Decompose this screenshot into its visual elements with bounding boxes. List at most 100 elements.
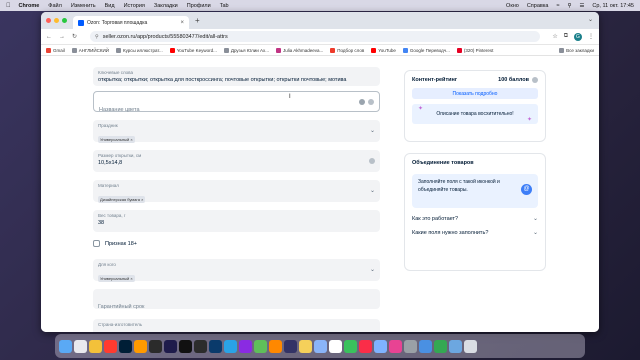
material-select[interactable]: Материал Дизайнерская бумага × ⌄ (93, 180, 380, 203)
ozon-favicon-icon (78, 19, 84, 26)
country-label: Страна-изготовитель (98, 322, 143, 327)
dock-app-pink-icon[interactable] (389, 339, 402, 353)
apple-icon[interactable]:  (6, 3, 11, 9)
keywords-field[interactable]: Ключевые слова открытка; открытки; откры… (93, 67, 380, 86)
bookmark-item[interactable]: YouTube (371, 47, 396, 53)
dock-facetime-icon[interactable] (344, 339, 357, 353)
dock-maps-icon[interactable] (254, 339, 267, 353)
dock-davinci-icon[interactable] (194, 339, 207, 353)
bookmark-item[interactable]: Подбор слов (330, 47, 364, 53)
dock-settings-icon[interactable] (404, 339, 417, 353)
adult-checkbox[interactable] (93, 240, 100, 247)
all-bookmarks-button[interactable]: Все закладки (559, 47, 594, 53)
dock-capcut-icon[interactable] (179, 339, 192, 353)
menu-window[interactable]: Окно (506, 3, 519, 9)
dock-illustrator-icon[interactable] (134, 339, 147, 353)
wifi-icon[interactable]: ≈ (556, 3, 559, 9)
postcard-size-field[interactable]: Размер открытки, см 10,5х14,8 (93, 150, 380, 172)
warranty-input[interactable]: Гарантийный срок (93, 289, 380, 310)
dock-app-blue-icon[interactable] (419, 339, 432, 353)
occasion-select[interactable]: Праздник Универсальный × ⌄ (93, 120, 380, 143)
country-select[interactable]: Страна-изготовитель (93, 319, 380, 332)
show-details-button[interactable]: Показать подробно (412, 88, 538, 99)
clock[interactable]: Ср, 11 окт. 17:45 (592, 3, 634, 9)
bookmark-item[interactable]: YouTube Keyword... (169, 47, 217, 53)
dock-calendar-icon[interactable] (329, 339, 342, 353)
dock-chrome-icon[interactable] (89, 339, 102, 353)
tab-ozon[interactable]: Ozon: Торговая площадка × (73, 16, 189, 29)
info-icon[interactable] (359, 98, 365, 105)
menu-tab[interactable]: Tab (220, 3, 229, 9)
back-arrow-icon[interactable]: ← (46, 34, 52, 40)
chevron-down-icon[interactable]: ⌄ (370, 266, 375, 273)
dock-notes-icon[interactable] (299, 339, 312, 353)
menu-bookmarks[interactable]: Закладки (154, 3, 178, 9)
dock-lightroom-icon[interactable] (209, 339, 222, 353)
bookmark-item[interactable]: Курсы иллюстрат... (115, 47, 163, 53)
reload-icon[interactable]: ↻ (72, 33, 77, 40)
menu-app-name[interactable]: Chrome (19, 3, 40, 9)
chevron-down-icon[interactable]: ⌄ (370, 127, 375, 134)
menu-profiles[interactable]: Профили (187, 3, 211, 9)
faq-which-fields[interactable]: Какие поля нужно заполнить? ⌄ (412, 229, 538, 237)
color-name-input[interactable]: Название цвета I (93, 91, 380, 113)
bookmark-item[interactable]: АНГЛИЙСКИЙ (71, 47, 109, 53)
menu-edit[interactable]: Изменить (71, 3, 96, 9)
menu-help[interactable]: Справка (527, 3, 549, 9)
dock-photoshop-icon[interactable] (119, 339, 132, 353)
material-tag[interactable]: Дизайнерская бумага × (98, 196, 146, 203)
bookmark-item[interactable]: Gmail (46, 47, 65, 53)
control-center-icon[interactable]: ☰ (579, 3, 584, 9)
new-tab-button[interactable]: + (195, 16, 200, 25)
menu-file[interactable]: Файл (48, 3, 62, 9)
dock-telegram-icon[interactable] (224, 339, 237, 353)
for-whom-tag[interactable]: Универсальный × (98, 275, 135, 282)
address-bar[interactable]: ⚲ seller.ozon.ru/app/products/555803477/… (90, 31, 541, 42)
for-whom-select[interactable]: Для кого Универсальный × ⌄ (93, 259, 380, 282)
faq-how-it-works[interactable]: Как это работает? ⌄ (412, 215, 538, 223)
bookmark-label: YouTube (378, 47, 396, 53)
forward-arrow-icon[interactable]: → (59, 34, 65, 40)
dock-ai-app-icon[interactable] (149, 339, 162, 353)
merge-indicator-icon (368, 98, 374, 105)
site-info-icon[interactable]: ⚲ (95, 34, 99, 40)
extensions-icon[interactable]: ⧉ (564, 33, 568, 40)
browser-menu-icon[interactable]: ⋮ (588, 33, 594, 40)
minimize-window-button[interactable] (54, 18, 59, 23)
bookmark-star-icon[interactable]: ☆ (552, 33, 557, 40)
close-window-button[interactable] (46, 18, 51, 23)
zoom-window-button[interactable] (62, 18, 67, 23)
tab-title: Ozon: Торговая площадка (87, 19, 148, 26)
chevron-down-icon[interactable]: ⌄ (533, 229, 538, 236)
chevron-down-icon[interactable]: ⌄ (533, 215, 538, 222)
dock-finder-alt-icon[interactable] (314, 339, 327, 353)
dock-trash-icon[interactable] (464, 339, 477, 353)
dock-app-green-icon[interactable] (434, 339, 447, 353)
weight-field[interactable]: Вес товара, г 38 (93, 210, 380, 232)
help-icon[interactable] (532, 77, 538, 83)
browser-window: Ozon: Торговая площадка × + ⌄ ← → ↻ ⚲ se… (41, 12, 599, 332)
dock-folder-icon[interactable] (449, 339, 462, 353)
tab-search-chevron-icon[interactable]: ⌄ (588, 16, 593, 23)
occasion-tag[interactable]: Универсальный × (98, 136, 135, 143)
dock-vlc-icon[interactable] (269, 339, 282, 353)
profile-avatar[interactable]: G (574, 32, 582, 41)
dock-video-app-icon[interactable] (239, 339, 252, 353)
menu-view[interactable]: Вид (105, 3, 115, 9)
search-icon[interactable]: ⚲ (567, 3, 571, 9)
bookmark-item[interactable]: (320) Pinterest (456, 47, 493, 53)
close-tab-icon[interactable]: × (180, 20, 184, 26)
adult-checkbox-row[interactable]: Признак 18+ (93, 240, 137, 247)
dock-launchpad-icon[interactable] (74, 339, 87, 353)
dock-finder-icon[interactable] (59, 339, 72, 353)
dock-premiere-icon[interactable] (164, 339, 177, 353)
dock-preview-icon[interactable] (374, 339, 387, 353)
chevron-down-icon[interactable]: ⌄ (370, 187, 375, 194)
dock-yandex-browser-icon[interactable] (104, 339, 117, 353)
dock-music-icon[interactable] (359, 339, 372, 353)
menu-history[interactable]: История (124, 3, 145, 9)
bookmark-item[interactable]: Друзья Юлии Ах... (223, 47, 269, 53)
dock-app-x-icon[interactable] (284, 339, 297, 353)
bookmark-item[interactable]: Google Переводч... (402, 47, 450, 53)
bookmark-item[interactable]: Julia Akhmadeeva... (276, 47, 323, 53)
